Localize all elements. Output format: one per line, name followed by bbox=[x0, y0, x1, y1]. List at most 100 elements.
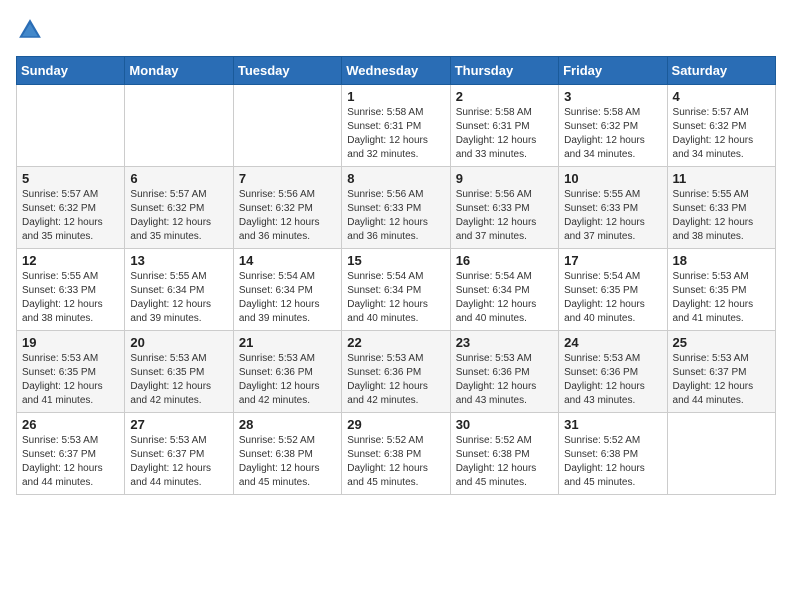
calendar-cell: 28 Sunrise: 5:52 AM Sunset: 6:38 PM Dayli… bbox=[233, 413, 341, 495]
day-header-thursday: Thursday bbox=[450, 57, 558, 85]
day-number: 16 bbox=[456, 253, 553, 268]
calendar-cell: 22 Sunrise: 5:53 AM Sunset: 6:36 PM Dayli… bbox=[342, 331, 450, 413]
day-number: 2 bbox=[456, 89, 553, 104]
day-info: Sunrise: 5:52 AM Sunset: 6:38 PM Dayligh… bbox=[347, 434, 444, 490]
day-info: Sunrise: 5:58 AM Sunset: 6:31 PM Dayligh… bbox=[456, 106, 553, 162]
day-number: 6 bbox=[130, 171, 227, 186]
day-header-sunday: Sunday bbox=[17, 57, 125, 85]
day-number: 1 bbox=[347, 89, 444, 104]
calendar-cell: 9Sunrise: 5:56 AM Sunset: 6:33 PM Daylig… bbox=[450, 167, 558, 249]
day-info: Sunrise: 5:53 AM Sunset: 6:36 PM Dayligh… bbox=[239, 352, 336, 408]
day-number: 7 bbox=[239, 171, 336, 186]
day-info: Sunrise: 5:55 AM Sunset: 6:33 PM Dayligh… bbox=[673, 188, 770, 244]
logo bbox=[16, 16, 48, 44]
calendar-cell: 15 Sunrise: 5:54 AM Sunset: 6:34 PM Dayli… bbox=[342, 249, 450, 331]
day-info: Sunrise: 5:55 AM Sunset: 6:33 PM Dayligh… bbox=[22, 270, 119, 326]
day-info: Sunrise: 5:55 AM Sunset: 6:33 PM Dayligh… bbox=[564, 188, 661, 244]
calendar-cell: 23 Sunrise: 5:53 AM Sunset: 6:36 PM Dayli… bbox=[450, 331, 558, 413]
day-info: Sunrise: 5:53 AM Sunset: 6:36 PM Dayligh… bbox=[347, 352, 444, 408]
day-number: 27 bbox=[130, 417, 227, 432]
day-info: Sunrise: 5:58 AM Sunset: 6:32 PM Dayligh… bbox=[564, 106, 661, 162]
day-info: Sunrise: 5:54 AM Sunset: 6:35 PM Dayligh… bbox=[564, 270, 661, 326]
day-info: Sunrise: 5:53 AM Sunset: 6:36 PM Dayligh… bbox=[456, 352, 553, 408]
calendar-cell: 13 Sunrise: 5:55 AM Sunset: 6:34 PM Dayli… bbox=[125, 249, 233, 331]
calendar-cell: 11 Sunrise: 5:55 AM Sunset: 6:33 PM Dayli… bbox=[667, 167, 775, 249]
day-number: 15 bbox=[347, 253, 444, 268]
calendar-week-2: 5 Sunrise: 5:57 AM Sunset: 6:32 PM Daylig… bbox=[17, 167, 776, 249]
day-number: 26 bbox=[22, 417, 119, 432]
day-number: 20 bbox=[130, 335, 227, 350]
day-info: Sunrise: 5:53 AM Sunset: 6:35 PM Dayligh… bbox=[130, 352, 227, 408]
calendar-cell: 31 Sunrise: 5:52 AM Sunset: 6:38 PM Dayli… bbox=[559, 413, 667, 495]
calendar-cell: 18Sunrise: 5:53 AM Sunset: 6:35 PM Dayli… bbox=[667, 249, 775, 331]
day-info: Sunrise: 5:52 AM Sunset: 6:38 PM Dayligh… bbox=[456, 434, 553, 490]
day-header-monday: Monday bbox=[125, 57, 233, 85]
calendar-cell: 5Sunrise: 5:57 AM Sunset: 6:32 PM Daylig… bbox=[17, 167, 125, 249]
day-info: Sunrise: 5:53 AM Sunset: 6:37 PM Dayligh… bbox=[673, 352, 770, 408]
day-info: Sunrise: 5:57 AM Sunset: 6:32 PM Dayligh… bbox=[130, 188, 227, 244]
day-number: 19 bbox=[22, 335, 119, 350]
calendar-table: SundayMondayTuesdayWednesdayThursdayFrid… bbox=[16, 56, 776, 495]
calendar-cell: 26 Sunrise: 5:53 AM Sunset: 6:37 PM Dayli… bbox=[17, 413, 125, 495]
calendar-cell bbox=[667, 413, 775, 495]
calendar-cell: 19 Sunrise: 5:53 AM Sunset: 6:35 PM Dayli… bbox=[17, 331, 125, 413]
day-info: Sunrise: 5:53 AM Sunset: 6:37 PM Dayligh… bbox=[22, 434, 119, 490]
day-info: Sunrise: 5:53 AM Sunset: 6:35 PM Dayligh… bbox=[22, 352, 119, 408]
calendar-cell: 25 Sunrise: 5:53 AM Sunset: 6:37 PM Dayli… bbox=[667, 331, 775, 413]
day-info: Sunrise: 5:53 AM Sunset: 6:37 PM Dayligh… bbox=[130, 434, 227, 490]
day-number: 12 bbox=[22, 253, 119, 268]
day-number: 21 bbox=[239, 335, 336, 350]
calendar-cell: 17 Sunrise: 5:54 AM Sunset: 6:35 PM Dayli… bbox=[559, 249, 667, 331]
calendar-cell: 3Sunrise: 5:58 AM Sunset: 6:32 PM Daylig… bbox=[559, 85, 667, 167]
calendar-cell: 1 Sunrise: 5:58 AM Sunset: 6:31 PM Daylig… bbox=[342, 85, 450, 167]
day-info: Sunrise: 5:55 AM Sunset: 6:34 PM Dayligh… bbox=[130, 270, 227, 326]
day-number: 10 bbox=[564, 171, 661, 186]
calendar-cell: 20 Sunrise: 5:53 AM Sunset: 6:35 PM Dayli… bbox=[125, 331, 233, 413]
page-header bbox=[16, 16, 776, 44]
logo-icon bbox=[16, 16, 44, 44]
calendar-cell: 21 Sunrise: 5:53 AM Sunset: 6:36 PM Dayli… bbox=[233, 331, 341, 413]
calendar-cell: 29 Sunrise: 5:52 AM Sunset: 6:38 PM Dayli… bbox=[342, 413, 450, 495]
calendar-week-1: 1 Sunrise: 5:58 AM Sunset: 6:31 PM Daylig… bbox=[17, 85, 776, 167]
calendar-cell bbox=[17, 85, 125, 167]
day-number: 14 bbox=[239, 253, 336, 268]
calendar-cell: 10 Sunrise: 5:55 AM Sunset: 6:33 PM Dayli… bbox=[559, 167, 667, 249]
calendar-header-row: SundayMondayTuesdayWednesdayThursdayFrid… bbox=[17, 57, 776, 85]
calendar-week-3: 12 Sunrise: 5:55 AM Sunset: 6:33 PM Dayli… bbox=[17, 249, 776, 331]
day-number: 23 bbox=[456, 335, 553, 350]
calendar-cell: 27 Sunrise: 5:53 AM Sunset: 6:37 PM Dayli… bbox=[125, 413, 233, 495]
day-info: Sunrise: 5:54 AM Sunset: 6:34 PM Dayligh… bbox=[347, 270, 444, 326]
day-header-wednesday: Wednesday bbox=[342, 57, 450, 85]
day-info: Sunrise: 5:56 AM Sunset: 6:32 PM Dayligh… bbox=[239, 188, 336, 244]
day-header-tuesday: Tuesday bbox=[233, 57, 341, 85]
day-number: 31 bbox=[564, 417, 661, 432]
day-number: 17 bbox=[564, 253, 661, 268]
day-number: 11 bbox=[673, 171, 770, 186]
day-info: Sunrise: 5:52 AM Sunset: 6:38 PM Dayligh… bbox=[564, 434, 661, 490]
day-info: Sunrise: 5:54 AM Sunset: 6:34 PM Dayligh… bbox=[456, 270, 553, 326]
day-number: 5 bbox=[22, 171, 119, 186]
calendar-cell: 24Sunrise: 5:53 AM Sunset: 6:36 PM Dayli… bbox=[559, 331, 667, 413]
day-number: 22 bbox=[347, 335, 444, 350]
day-info: Sunrise: 5:54 AM Sunset: 6:34 PM Dayligh… bbox=[239, 270, 336, 326]
day-number: 13 bbox=[130, 253, 227, 268]
day-info: Sunrise: 5:57 AM Sunset: 6:32 PM Dayligh… bbox=[673, 106, 770, 162]
calendar-cell: 7 Sunrise: 5:56 AM Sunset: 6:32 PM Daylig… bbox=[233, 167, 341, 249]
calendar-cell bbox=[125, 85, 233, 167]
day-number: 28 bbox=[239, 417, 336, 432]
calendar-week-5: 26 Sunrise: 5:53 AM Sunset: 6:37 PM Dayli… bbox=[17, 413, 776, 495]
day-info: Sunrise: 5:53 AM Sunset: 6:35 PM Dayligh… bbox=[673, 270, 770, 326]
calendar-cell: 30Sunrise: 5:52 AM Sunset: 6:38 PM Dayli… bbox=[450, 413, 558, 495]
calendar-week-4: 19 Sunrise: 5:53 AM Sunset: 6:35 PM Dayli… bbox=[17, 331, 776, 413]
day-info: Sunrise: 5:52 AM Sunset: 6:38 PM Dayligh… bbox=[239, 434, 336, 490]
calendar-cell: 12 Sunrise: 5:55 AM Sunset: 6:33 PM Dayli… bbox=[17, 249, 125, 331]
calendar-cell: 2 Sunrise: 5:58 AM Sunset: 6:31 PM Daylig… bbox=[450, 85, 558, 167]
day-number: 25 bbox=[673, 335, 770, 350]
day-info: Sunrise: 5:58 AM Sunset: 6:31 PM Dayligh… bbox=[347, 106, 444, 162]
day-number: 8 bbox=[347, 171, 444, 186]
calendar-cell: 8Sunrise: 5:56 AM Sunset: 6:33 PM Daylig… bbox=[342, 167, 450, 249]
calendar-cell: 4Sunrise: 5:57 AM Sunset: 6:32 PM Daylig… bbox=[667, 85, 775, 167]
day-number: 9 bbox=[456, 171, 553, 186]
day-info: Sunrise: 5:53 AM Sunset: 6:36 PM Dayligh… bbox=[564, 352, 661, 408]
day-number: 29 bbox=[347, 417, 444, 432]
